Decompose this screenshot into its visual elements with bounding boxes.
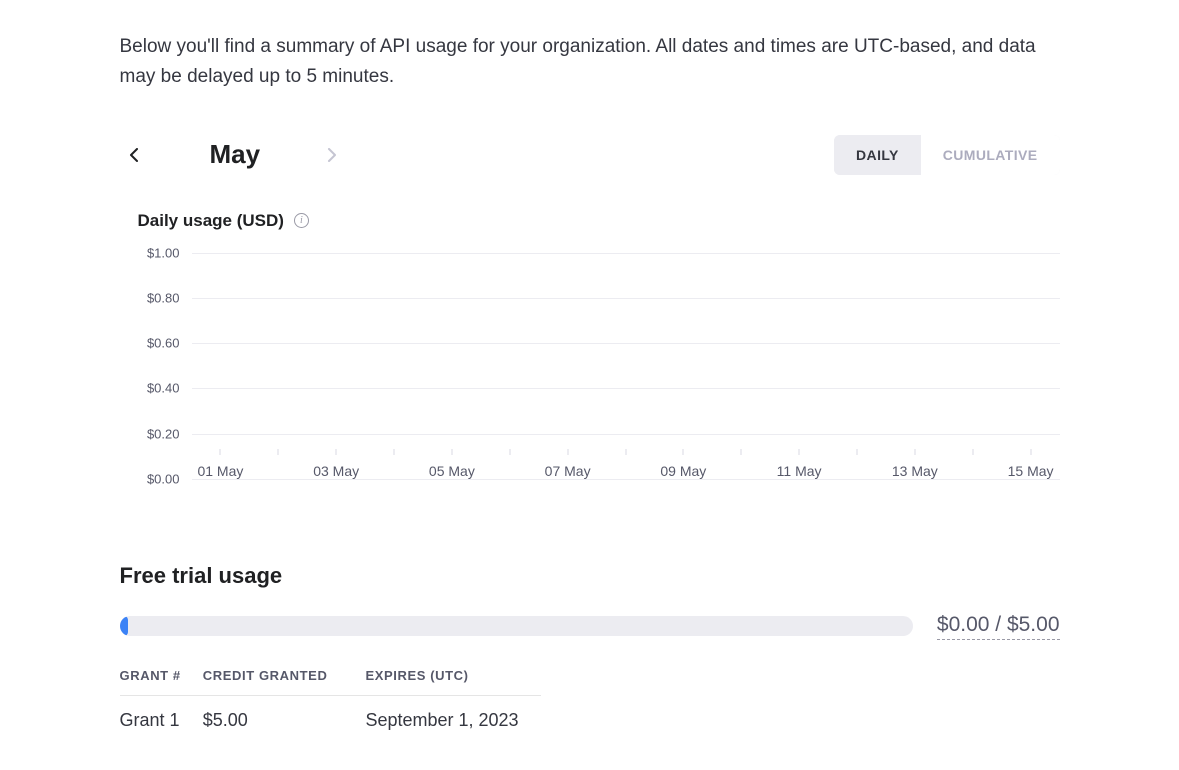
y-tick: $0.80 bbox=[147, 290, 180, 305]
x-tick-label: 05 May bbox=[429, 463, 475, 479]
grid-line bbox=[192, 434, 1060, 435]
grid-line bbox=[192, 298, 1060, 299]
col-expires: EXPIRES (UTC) bbox=[349, 668, 540, 696]
x-tick-mark bbox=[278, 449, 279, 455]
x-tick-mark bbox=[394, 449, 395, 455]
next-month-button[interactable] bbox=[322, 145, 342, 165]
x-tick-mark bbox=[972, 449, 973, 455]
intro-text: Below you'll find a summary of API usage… bbox=[120, 32, 1060, 93]
x-tick-mark bbox=[625, 449, 626, 455]
trial-amount: $0.00 / $5.00 bbox=[937, 613, 1060, 640]
y-tick: $0.00 bbox=[147, 471, 180, 486]
x-tick-mark bbox=[741, 449, 742, 455]
x-tick-mark bbox=[914, 449, 915, 455]
info-icon[interactable]: i bbox=[294, 213, 309, 228]
x-tick-label: 15 May bbox=[1008, 463, 1054, 479]
usage-chart: $1.00$0.80$0.60$0.40$0.20$0.00 01 May03 … bbox=[138, 253, 1060, 513]
table-row: Grant 1$5.00September 1, 2023 bbox=[120, 695, 541, 731]
x-tick-mark bbox=[567, 449, 568, 455]
trial-progress-fill bbox=[120, 616, 128, 636]
x-tick-mark bbox=[856, 449, 857, 455]
cell-expires: September 1, 2023 bbox=[349, 695, 540, 731]
x-tick-mark bbox=[683, 449, 684, 455]
x-tick-label: 07 May bbox=[545, 463, 591, 479]
grid-line bbox=[192, 343, 1060, 344]
cell-credit: $5.00 bbox=[203, 695, 350, 731]
x-tick-mark bbox=[1030, 449, 1031, 455]
x-tick-mark bbox=[336, 449, 337, 455]
x-tick-label: 13 May bbox=[892, 463, 938, 479]
trial-progress-bar bbox=[120, 616, 913, 636]
tab-cumulative[interactable]: CUMULATIVE bbox=[921, 135, 1060, 175]
month-label: May bbox=[210, 139, 261, 170]
col-credit: CREDIT GRANTED bbox=[203, 668, 350, 696]
y-tick: $0.60 bbox=[147, 336, 180, 351]
y-tick: $0.20 bbox=[147, 426, 180, 441]
x-tick-mark bbox=[509, 449, 510, 455]
grid-line bbox=[192, 253, 1060, 254]
chart-title: Daily usage (USD) bbox=[138, 211, 284, 231]
prev-month-button[interactable] bbox=[124, 145, 144, 165]
x-tick-label: 03 May bbox=[313, 463, 359, 479]
tab-daily[interactable]: DAILY bbox=[834, 135, 921, 175]
cell-grant: Grant 1 bbox=[120, 695, 203, 731]
col-grant: GRANT # bbox=[120, 668, 203, 696]
grants-table: GRANT # CREDIT GRANTED EXPIRES (UTC) Gra… bbox=[120, 668, 541, 731]
grid-line bbox=[192, 479, 1060, 480]
free-trial-title: Free trial usage bbox=[120, 563, 1060, 589]
y-tick: $0.40 bbox=[147, 381, 180, 396]
x-tick-mark bbox=[451, 449, 452, 455]
grid-line bbox=[192, 388, 1060, 389]
x-tick-label: 11 May bbox=[777, 463, 822, 479]
x-tick-mark bbox=[799, 449, 800, 455]
view-toggle: DAILY CUMULATIVE bbox=[834, 135, 1059, 175]
x-tick-label: 01 May bbox=[197, 463, 243, 479]
x-tick-label: 09 May bbox=[660, 463, 706, 479]
y-tick: $1.00 bbox=[147, 245, 180, 260]
x-tick-mark bbox=[220, 449, 221, 455]
